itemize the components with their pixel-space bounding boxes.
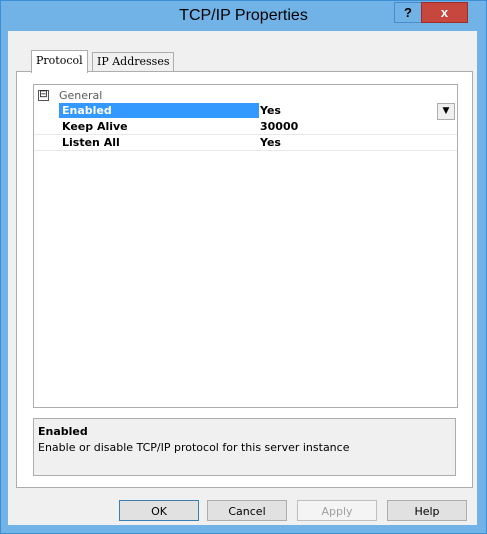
- title-bar[interactable]: TCP/IP Properties ? x: [1, 1, 486, 31]
- tab-protocol[interactable]: Protocol: [31, 50, 88, 73]
- property-grid[interactable]: ⊟ General Enabled Yes ▼ Keep Alive 30000…: [33, 84, 458, 408]
- dropdown-arrow-icon[interactable]: ▼: [437, 103, 455, 120]
- description-text: Enable or disable TCP/IP protocol for th…: [38, 441, 350, 454]
- property-value[interactable]: Yes: [256, 135, 460, 150]
- property-row-listen-all[interactable]: Listen All Yes: [34, 135, 457, 151]
- collapse-icon[interactable]: ⊟: [38, 90, 49, 101]
- property-name: Keep Alive: [62, 120, 128, 133]
- ok-button[interactable]: OK: [119, 500, 199, 521]
- property-value[interactable]: 30000: [256, 119, 460, 134]
- tab-ip-addresses[interactable]: IP Addresses: [92, 52, 175, 71]
- help-title-button[interactable]: ?: [394, 2, 422, 23]
- close-button[interactable]: x: [421, 2, 468, 23]
- property-name: Enabled: [59, 103, 259, 118]
- description-title: Enabled: [38, 425, 88, 438]
- property-row-enabled[interactable]: Enabled Yes ▼: [34, 103, 460, 120]
- property-value[interactable]: Yes: [256, 103, 460, 118]
- property-row-keep-alive[interactable]: Keep Alive 30000: [34, 119, 457, 135]
- category-label: General: [59, 89, 103, 102]
- cancel-button[interactable]: Cancel: [207, 500, 287, 521]
- property-name: Listen All: [62, 136, 120, 149]
- help-button[interactable]: Help: [387, 500, 467, 521]
- apply-button[interactable]: Apply: [297, 500, 377, 521]
- description-pane: Enabled Enable or disable TCP/IP protoco…: [33, 418, 456, 476]
- category-row-general[interactable]: ⊟ General: [34, 88, 457, 103]
